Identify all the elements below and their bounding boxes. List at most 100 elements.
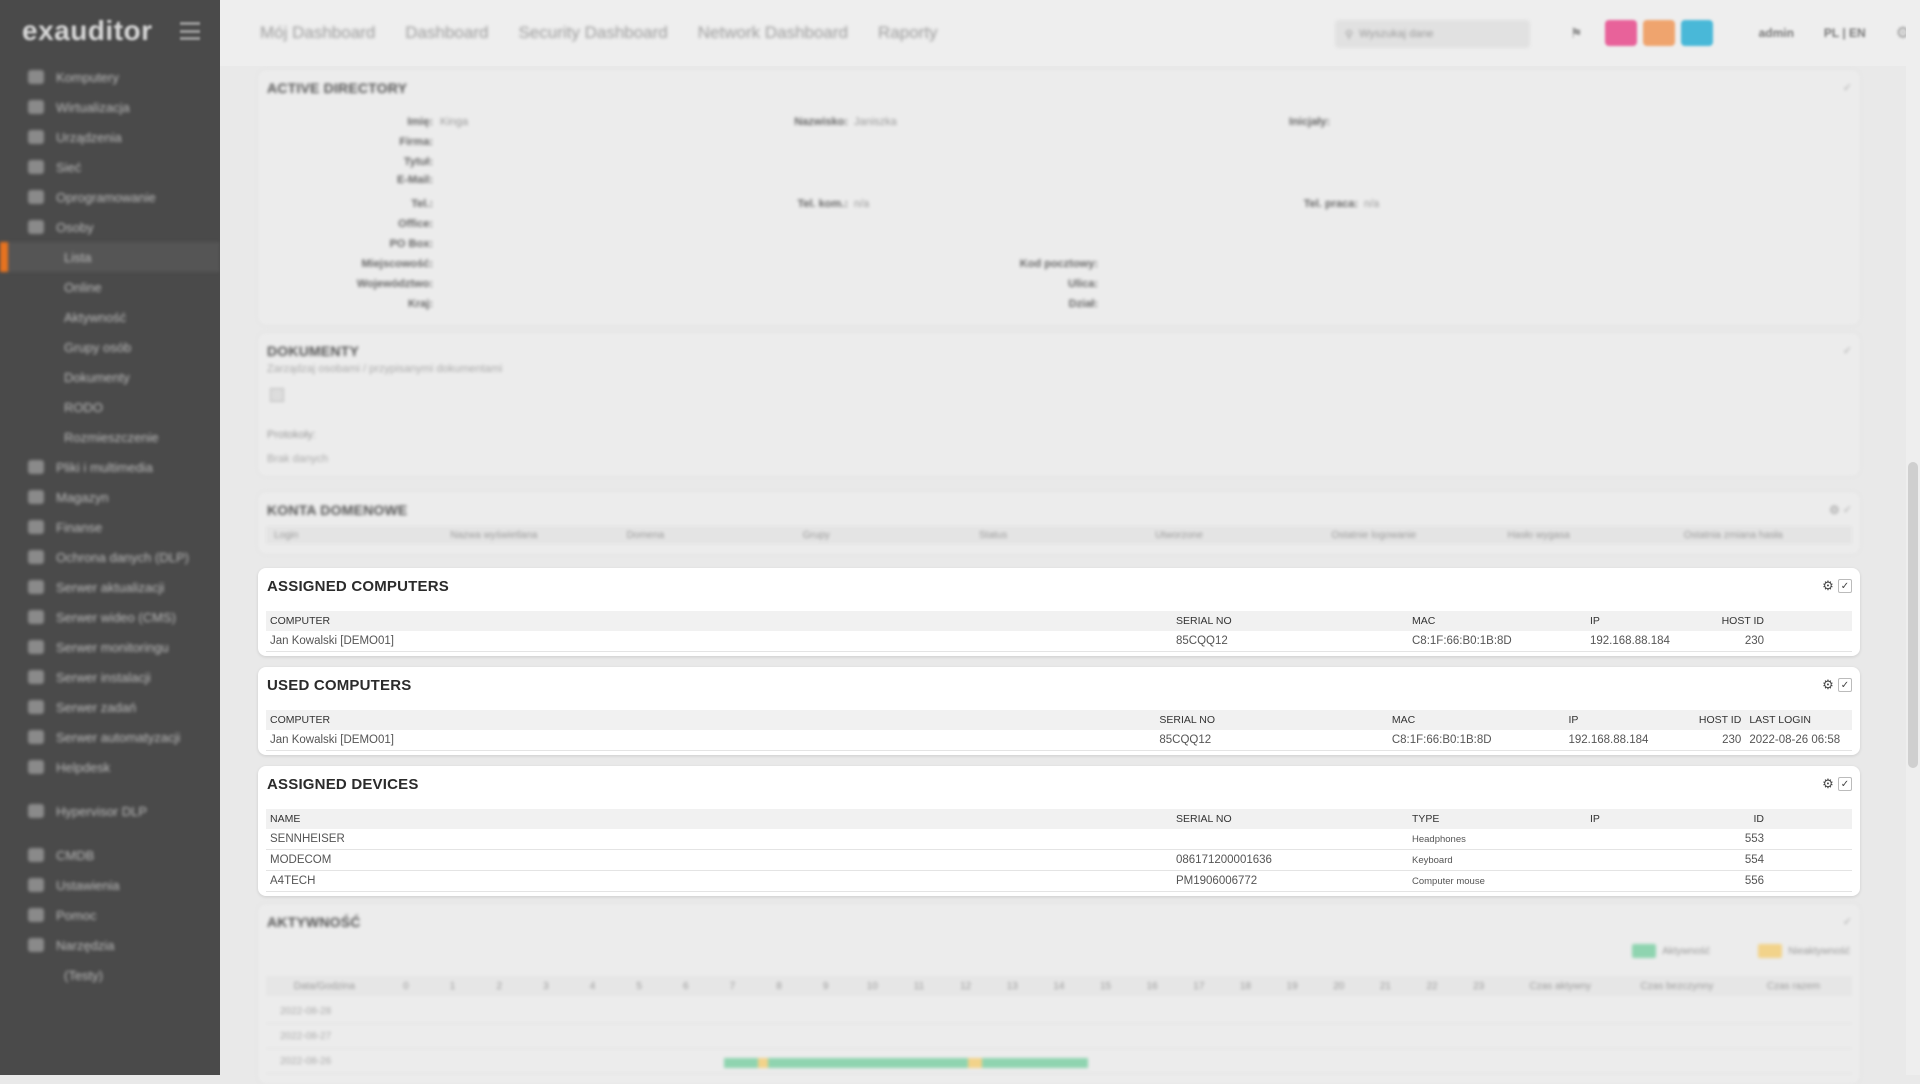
column-header[interactable]: Ostatnia zmiana hasła — [1676, 530, 1852, 541]
column-header[interactable]: Status — [971, 530, 1147, 541]
column-header[interactable]: MAC — [1408, 611, 1586, 631]
sidebar-item[interactable]: Aktywność — [0, 302, 220, 332]
page-scrollbar[interactable] — [1906, 0, 1920, 1075]
sidebar-item[interactable]: Komputery — [0, 62, 220, 92]
sidebar-item[interactable]: (Testy) — [0, 960, 220, 990]
sidebar-item[interactable]: Serwer wideo (CMS) — [0, 602, 220, 632]
column-header[interactable]: SERIAL NO — [1172, 809, 1408, 829]
sidebar-item[interactable]: Oprogramowanie — [0, 182, 220, 212]
sidebar-item[interactable]: Serwer aktualizacji — [0, 572, 220, 602]
table-row[interactable]: Jan Kowalski [DEMO01] 85CQQ12 C8:1F:66:B0:… — [266, 631, 1852, 652]
column-header[interactable]: Hasło wygasa — [1500, 530, 1676, 541]
column-header[interactable]: Utworzone — [1147, 530, 1323, 541]
table-cell: Jan Kowalski [DEMO01] — [266, 730, 1156, 751]
legend-active-swatch — [1632, 944, 1657, 958]
table-row[interactable]: A4TECH PM1906006772 Computer mouse 556 — [266, 870, 1852, 892]
sidebar-item[interactable]: Lista — [0, 242, 220, 272]
language-switch[interactable]: PL | EN — [1824, 26, 1866, 40]
column-header[interactable]: Ostatnie logowanie — [1323, 530, 1499, 541]
sidebar-item[interactable]: Narzędzia — [0, 930, 220, 960]
sidebar-item[interactable]: Wirtualizacja — [0, 92, 220, 122]
sidebar-item[interactable]: CMDB — [0, 840, 220, 870]
sidebar-item[interactable]: Pomoc — [0, 900, 220, 930]
top-nav-link[interactable]: Security Dashboard — [518, 23, 667, 43]
app-logo[interactable]: exauditor — [22, 15, 153, 47]
add-document-icon[interactable] — [270, 388, 284, 402]
sidebar-item[interactable]: Serwer zadań — [0, 692, 220, 722]
sidebar-item[interactable]: Finanse — [0, 512, 220, 542]
column-header[interactable]: Grupy — [795, 530, 971, 541]
sidebar-item[interactable]: Ustawienia — [0, 870, 220, 900]
column-header[interactable]: NAME — [266, 809, 1172, 829]
sidebar-item[interactable]: Magazyn — [0, 482, 220, 512]
collapse-icon[interactable]: ✓ — [1843, 81, 1852, 94]
activity-column-header: 1 — [449, 980, 456, 992]
column-header[interactable]: SERIAL NO — [1172, 611, 1408, 631]
column-header[interactable]: ID — [1714, 809, 1768, 829]
sidebar-item[interactable]: Serwer instalacji — [0, 662, 220, 692]
sidebar-item[interactable]: Ochrona danych (DLP) — [0, 542, 220, 572]
messages-button[interactable] — [1680, 20, 1713, 46]
column-header[interactable]: COMPUTER — [266, 710, 1156, 730]
top-nav-link[interactable]: Raporty — [878, 23, 938, 43]
sidebar-item[interactable]: Urządzenia — [0, 122, 220, 152]
sidebar-item[interactable]: Osoby — [0, 212, 220, 242]
notification-icon[interactable]: ⚑ — [1570, 25, 1583, 42]
sidebar-item[interactable]: Helpdesk — [0, 752, 220, 782]
sidebar-item[interactable]: Rozmieszczenie — [0, 422, 220, 452]
sidebar-item-label: RODO — [64, 399, 103, 415]
column-header[interactable]: IP — [1586, 611, 1714, 631]
collapse-icon[interactable]: ✓ — [1843, 915, 1852, 928]
sidebar-item[interactable]: RODO — [0, 392, 220, 422]
gear-icon[interactable]: ⚙ — [1821, 776, 1835, 791]
gear-icon[interactable]: ⚙ — [1821, 677, 1835, 692]
sidebar-item[interactable]: Hypervisor DLP — [0, 796, 220, 826]
sidebar-item[interactable]: Sieć — [0, 152, 220, 182]
column-header[interactable]: LAST LOGIN — [1745, 710, 1852, 730]
sidebar-item[interactable]: Online — [0, 272, 220, 302]
documents-panel: DOKUMENTY ✓ Zarządzaj osobami / przypisa… — [258, 333, 1860, 476]
collapse-icon[interactable]: ✓ — [1843, 503, 1852, 517]
table-row[interactable]: SENNHEISER Headphones 553 — [266, 829, 1852, 850]
alerts-button[interactable] — [1604, 20, 1637, 46]
column-header[interactable]: COMPUTER — [266, 611, 1172, 631]
sidebar-item[interactable]: Serwer automatyzacji — [0, 722, 220, 752]
column-header[interactable]: Login — [266, 530, 442, 541]
collapse-toggle[interactable]: ✓ — [1838, 777, 1852, 791]
top-nav-link[interactable]: Dashboard — [405, 23, 488, 43]
column-header[interactable]: HOST ID — [1691, 710, 1746, 730]
table-row[interactable]: MODECOM 086171200001636 Keyboard 554 — [266, 849, 1852, 871]
collapse-toggle[interactable]: ✓ — [1838, 678, 1852, 692]
sidebar-item[interactable]: Pliki i multimedia — [0, 452, 220, 482]
collapse-icon[interactable]: ✓ — [1843, 344, 1852, 357]
menu-toggle-icon[interactable] — [180, 22, 200, 40]
sidebar-item[interactable]: Dokumenty — [0, 362, 220, 392]
table-cell: 554 — [1714, 849, 1768, 871]
collapse-toggle[interactable]: ✓ — [1838, 579, 1852, 593]
gear-icon[interactable]: ⚙ — [1829, 503, 1840, 517]
sidebar-item[interactable]: Grupy osób — [0, 332, 220, 362]
column-header[interactable]: IP — [1586, 809, 1714, 829]
column-header[interactable]: HOST ID — [1714, 611, 1768, 631]
column-header[interactable]: SERIAL NO — [1155, 710, 1388, 730]
user-name[interactable]: admin — [1759, 26, 1794, 40]
scrollbar-thumb[interactable] — [1908, 462, 1918, 768]
column-header[interactable]: TYPE — [1408, 809, 1586, 829]
column-header-spacer — [1768, 809, 1852, 829]
panel-title: ASSIGNED COMPUTERS — [267, 578, 449, 595]
sidebar-item[interactable]: Serwer monitoringu — [0, 632, 220, 662]
top-nav-link[interactable]: Mój Dashboard — [260, 23, 375, 43]
ad-postal-label: Kod pocztowy: — [1019, 258, 1098, 270]
column-header[interactable]: IP — [1564, 710, 1692, 730]
column-header[interactable]: Nazwa wyświetlana — [442, 530, 618, 541]
gear-icon[interactable]: ⚙ — [1821, 578, 1835, 593]
legend-inactive: Nieaktywność — [1758, 944, 1850, 958]
column-header[interactable]: Domena — [618, 530, 794, 541]
column-header[interactable]: MAC — [1387, 710, 1565, 730]
sidebar-item-label: Serwer zadań — [56, 699, 137, 715]
table-cell: MODECOM — [266, 849, 1172, 871]
table-row[interactable]: Jan Kowalski [DEMO01] 85CQQ12 C8:1F:66:B0:… — [266, 730, 1852, 751]
tasks-button[interactable] — [1642, 20, 1675, 46]
search-input[interactable]: ⚲ Wyszukaj dane — [1335, 20, 1530, 48]
top-nav-link[interactable]: Network Dashboard — [698, 23, 848, 43]
